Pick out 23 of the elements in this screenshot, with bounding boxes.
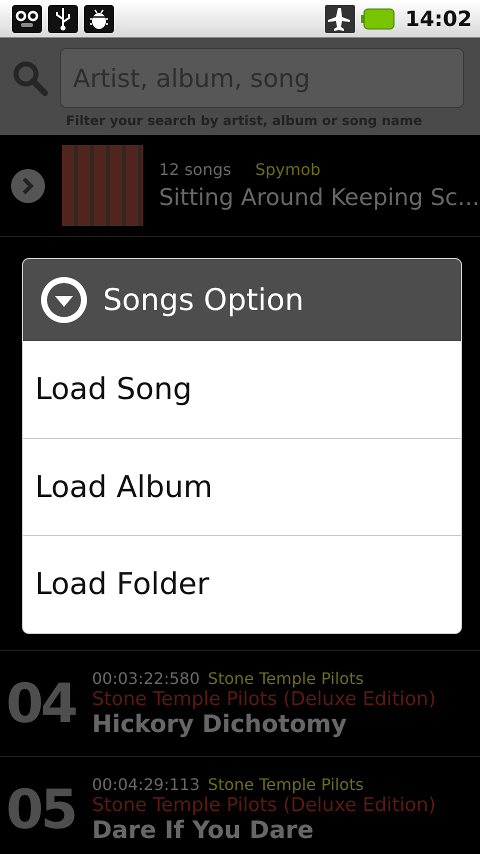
album-name: Stone Temple Pilots (Deluxe Edition) bbox=[92, 794, 436, 816]
voicemail-icon bbox=[12, 4, 42, 32]
track-title: Dare If You Dare bbox=[92, 816, 315, 844]
bug-icon bbox=[84, 4, 114, 32]
usb-icon bbox=[48, 4, 78, 32]
artist-name: Spymob bbox=[255, 160, 321, 179]
track-number: 04 bbox=[6, 672, 77, 735]
dialog-title: Songs Option bbox=[103, 282, 304, 318]
menu-option[interactable]: Load Folder bbox=[23, 535, 461, 632]
artist-name: Stone Temple Pilots bbox=[208, 775, 364, 794]
song-count: 12 songs bbox=[159, 160, 232, 179]
battery-icon bbox=[361, 8, 396, 30]
airplane-icon bbox=[325, 4, 356, 32]
track-duration: 00:03:22:580 bbox=[92, 669, 200, 688]
track-duration: 00:04:29:113 bbox=[92, 775, 200, 794]
track-number: 05 bbox=[6, 778, 76, 841]
artist-name: Stone Temple Pilots bbox=[208, 669, 364, 688]
track-title: Hickory Dichotomy bbox=[92, 710, 348, 738]
dropdown-icon bbox=[39, 275, 89, 325]
chevron-icon[interactable] bbox=[10, 168, 46, 204]
album-title: Sitting Around Keeping Sc... bbox=[159, 185, 480, 211]
album-name: Stone Temple Pilots (Deluxe Edition) bbox=[92, 688, 436, 710]
clock-time: 14:02 bbox=[405, 6, 472, 30]
